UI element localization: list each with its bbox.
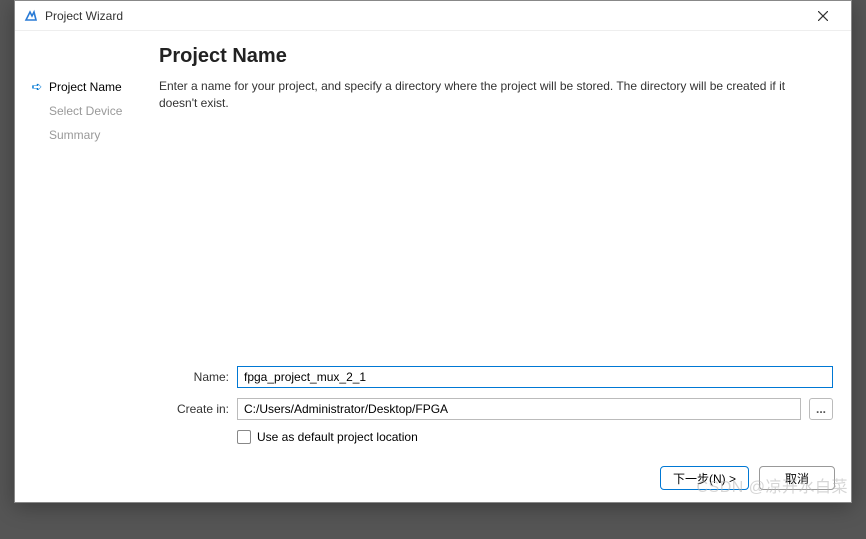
- name-label: Name:: [159, 370, 229, 384]
- cancel-button[interactable]: 取消: [759, 466, 835, 490]
- step-project-name[interactable]: ➪ Project Name: [29, 75, 159, 99]
- button-row: 下一步(N) > 取消: [15, 454, 851, 502]
- main-panel: Project Name Enter a name for your proje…: [159, 45, 837, 444]
- path-label: Create in:: [159, 402, 229, 416]
- step-label: Project Name: [49, 80, 122, 94]
- step-label: Summary: [49, 128, 100, 142]
- arrow-right-icon: ➪: [29, 79, 45, 95]
- titlebar: Project Wizard: [15, 1, 851, 31]
- step-select-device[interactable]: ➪ Select Device: [29, 99, 159, 123]
- browse-button[interactable]: ...: [809, 398, 833, 420]
- step-summary[interactable]: ➪ Summary: [29, 123, 159, 147]
- close-button[interactable]: [803, 2, 843, 30]
- next-button[interactable]: 下一步(N) >: [660, 466, 749, 490]
- default-location-label: Use as default project location: [257, 430, 418, 444]
- dialog-body: ➪ Project Name ➪ Select Device ➪ Summary…: [15, 31, 851, 454]
- project-wizard-dialog: Project Wizard ➪ Project Name ➪ Select D…: [14, 0, 852, 503]
- default-location-checkbox[interactable]: [237, 430, 251, 444]
- project-form: Name: Create in: ... Use as default proj…: [159, 366, 837, 444]
- wizard-steps: ➪ Project Name ➪ Select Device ➪ Summary: [29, 45, 159, 444]
- step-label: Select Device: [49, 104, 122, 118]
- project-name-input[interactable]: [237, 366, 833, 388]
- default-location-row: Use as default project location: [237, 430, 833, 444]
- page-title: Project Name: [159, 45, 837, 68]
- page-description: Enter a name for your project, and speci…: [159, 78, 799, 113]
- app-icon: [23, 8, 39, 24]
- project-path-input[interactable]: [237, 398, 801, 420]
- window-title: Project Wizard: [45, 9, 803, 23]
